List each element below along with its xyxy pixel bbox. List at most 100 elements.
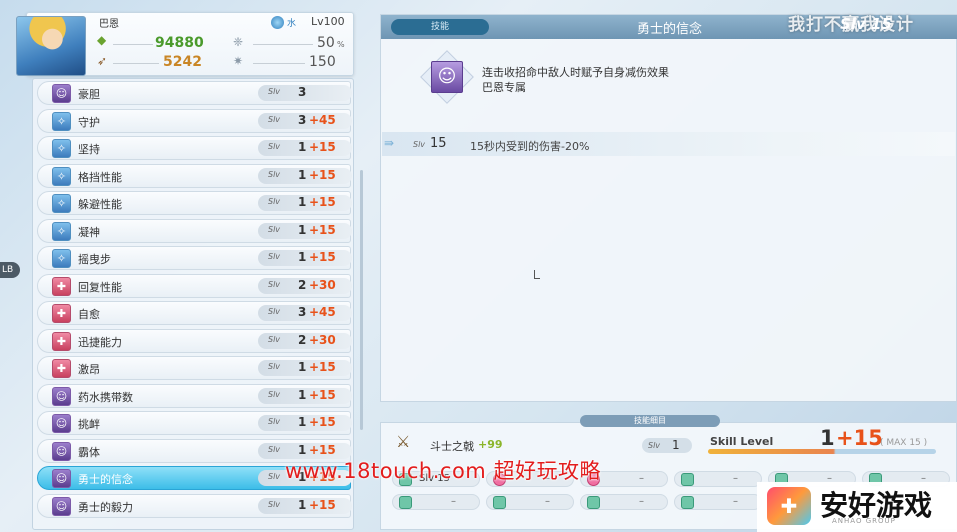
skill-level-label: Skill Level: [710, 435, 774, 448]
skill-name: 守护: [78, 115, 100, 129]
skill-bonus: +30: [309, 332, 336, 347]
skill-row[interactable]: ✚ 回复性能 Slv 2 +30: [37, 273, 352, 298]
taunt-icon: ☺: [52, 414, 71, 433]
skill-name: 自愈: [78, 308, 100, 321]
attack-icon: ➶: [97, 54, 108, 68]
equip-slv-label: Slv: [648, 441, 661, 450]
equip-cell[interactable]: –: [674, 494, 762, 510]
skill-level: 1: [298, 222, 307, 237]
equipment-tab[interactable]: 技能细目: [580, 415, 720, 427]
skill-level: 3: [298, 305, 307, 319]
crit-divider: [253, 44, 313, 45]
stun-icon: ✷: [233, 54, 244, 68]
skill-level-max: ( MAX 15 ): [880, 438, 928, 448]
skill-slv-label: Slv: [268, 197, 281, 206]
skill-level: 1: [298, 497, 307, 512]
skill-row[interactable]: ✚ 迅捷能力 Slv 2 +30: [37, 328, 352, 353]
hp-value: 94880: [155, 35, 204, 51]
detail-slv: Slv 15: [840, 15, 892, 33]
gear-slot-icon: [399, 496, 412, 509]
skill-slv-label: Slv: [268, 334, 281, 344]
skill-row[interactable]: ✧ 坚持 Slv 1 +15: [37, 136, 352, 160]
skill-name: 豪胆: [78, 88, 100, 101]
effect-row: ⇛ Slv 15 15秒内受到的伤害-20%: [382, 132, 955, 156]
skill-name: 勇士的信念: [78, 473, 133, 486]
skill-row[interactable]: ✧ 凝神 Slv 1 +15: [37, 218, 352, 243]
skill-level: 1: [298, 360, 307, 374]
equip-cell[interactable]: –: [674, 471, 762, 487]
effect-arrow-icon: ⇛: [384, 136, 395, 150]
skill-level-max-text: MAX 15: [886, 438, 921, 448]
skill-row[interactable]: ✚ 自愈 Slv 3 +45: [37, 301, 352, 325]
skill-level: 1: [298, 387, 307, 402]
character-name: 巴恩: [99, 19, 119, 30]
effect-slv-label: Slv: [413, 140, 426, 149]
skill-slv-label: Slv: [268, 444, 281, 454]
character-level: Lv100: [311, 15, 345, 28]
skill-row[interactable]: ✚ 激昂 Slv 1 +15: [37, 356, 352, 380]
skill-slv-label: Slv: [268, 142, 281, 151]
armor-icon: ☺: [52, 441, 71, 461]
equip-cell[interactable]: –: [486, 494, 574, 510]
detail-slv-value: 15: [870, 15, 892, 33]
warrior-belief-icon: ☺: [431, 61, 463, 93]
gear-slot-icon: [681, 473, 694, 486]
skill-row[interactable]: ✧ 守护 Slv 3 +45: [37, 108, 352, 133]
gear-slot-icon: [587, 496, 600, 509]
skill-bonus: +15: [309, 167, 336, 182]
skill-row[interactable]: ✧ 格挡性能 Slv 1 +15: [37, 163, 352, 188]
stat2-value: 150: [309, 54, 336, 70]
skill-slv-label: Slv: [268, 224, 281, 234]
skill-row[interactable]: ☺ 挑衅 Slv 1 +15: [37, 411, 352, 435]
skill-row[interactable]: ☺ 药水携带数 Slv 1 +15: [37, 383, 352, 408]
skill-level: 1: [298, 167, 307, 182]
hp-icon: ◆: [97, 33, 107, 47]
skill-row[interactable]: ✧ 摇曳步 Slv 1 +15: [37, 246, 352, 270]
skill-slv-label: Slv: [268, 389, 281, 399]
skill-level: 1: [298, 250, 307, 264]
skill-slv-label: Slv: [268, 417, 281, 426]
skill-bonus: +15: [309, 222, 336, 237]
list-scrollbar[interactable]: [360, 170, 363, 430]
weapon-plus: +99: [478, 438, 503, 451]
skill-level: 1: [298, 140, 307, 154]
skill-name: 摇曳步: [78, 253, 111, 266]
effect-slv-value: 15: [430, 136, 447, 151]
skill-level-bonus: +15: [836, 426, 883, 450]
warrior-resolve-icon: ☺: [52, 496, 71, 516]
skill-row[interactable]: ✧ 躲避性能 Slv 1 +15: [37, 191, 352, 215]
skill-bonus: +15: [309, 195, 336, 209]
atk-divider: [113, 63, 159, 64]
equip-cell[interactable]: –: [580, 494, 668, 510]
equip-cell-dash: –: [733, 496, 738, 507]
courage-icon: ☺: [52, 84, 71, 103]
skill-row[interactable]: ☺ 豪胆 Slv 3: [37, 81, 352, 105]
star-icon: ✧: [52, 249, 71, 268]
skill-bonus: +15: [309, 387, 336, 402]
potion-icon: ☺: [52, 386, 71, 406]
equip-cell[interactable]: –: [392, 494, 480, 510]
skill-name: 迅捷能力: [78, 335, 122, 349]
star-icon: ✧: [52, 194, 71, 213]
rage-icon: ✚: [52, 359, 71, 378]
lb-button[interactable]: LB: [0, 262, 20, 278]
skill-name: 药水携带数: [78, 390, 133, 404]
block-icon: ✧: [52, 166, 71, 186]
skill-row[interactable]: ☺ 勇士的毅力 Slv 1 +15: [37, 493, 352, 518]
skill-bonus: +45: [309, 305, 336, 319]
detail-slv-label: Slv: [840, 15, 866, 33]
skill-slv-label: Slv: [268, 472, 281, 481]
watermark-url: www.18touch.com 超好玩攻略: [285, 459, 601, 483]
skill-bonus: +15: [309, 360, 336, 374]
skill-description: 连击收招命中敌人时赋予自身减伤效果: [482, 66, 669, 79]
character-portrait[interactable]: [16, 16, 86, 76]
stun-divider: [253, 63, 305, 64]
gear-slot-icon: [493, 496, 506, 509]
equip-slv-pill: Slv 1: [642, 438, 692, 453]
skill-level: 2: [298, 332, 307, 347]
skill-name: 霸体: [78, 445, 100, 459]
shield-icon: ✧: [52, 111, 71, 131]
heal-icon: ✚: [52, 304, 71, 323]
heal-icon: ✚: [52, 276, 71, 296]
equip-cell-dash: –: [545, 496, 550, 507]
